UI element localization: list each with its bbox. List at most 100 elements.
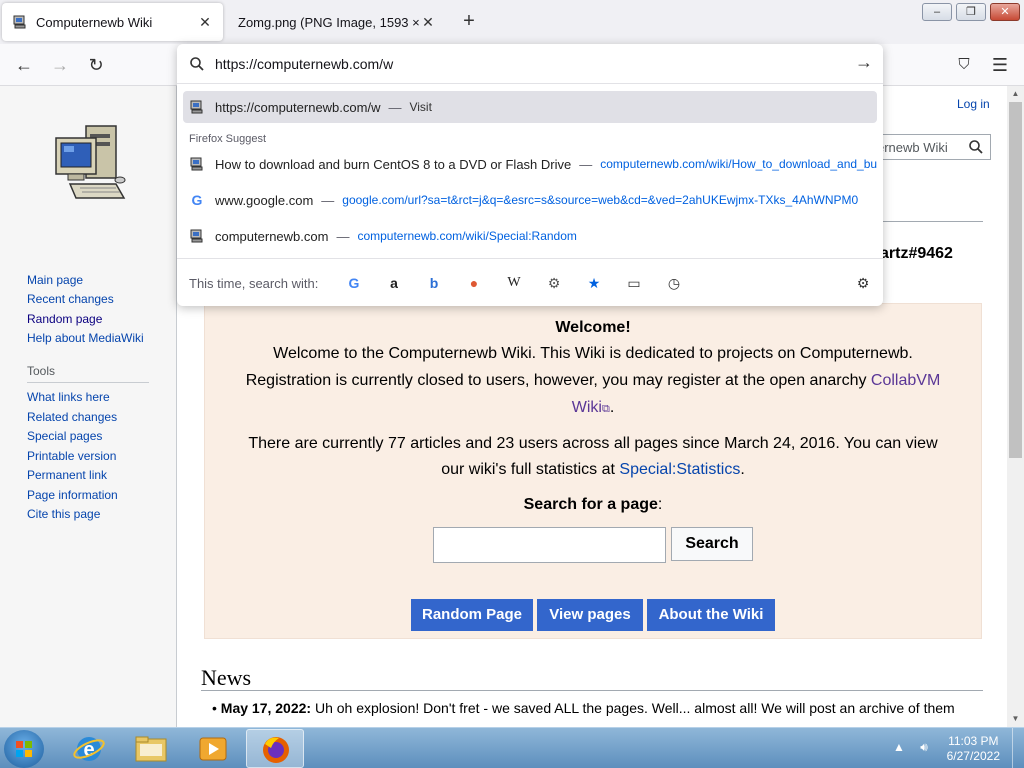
new-tab-button[interactable]: + xyxy=(458,10,480,32)
search-for-page-colon: : xyxy=(657,496,663,513)
computernewb-engine-icon[interactable]: ⚙ xyxy=(544,273,564,293)
random-page-button[interactable]: Random Page xyxy=(411,599,533,631)
welcome-line-3-end: . xyxy=(609,399,615,416)
duckduckgo-engine-icon[interactable]: ● xyxy=(464,273,484,293)
close-tab-icon[interactable]: ✕ xyxy=(420,14,436,31)
back-button[interactable]: ← xyxy=(12,53,36,77)
settings-icon[interactable]: ⚙ xyxy=(853,273,873,293)
row-separator: — xyxy=(321,192,335,208)
sidebar-item-related-changes[interactable]: Related changes xyxy=(27,410,117,424)
internet-explorer-icon[interactable]: e xyxy=(60,729,118,768)
page-search-input[interactable] xyxy=(433,527,666,563)
row-separator: — xyxy=(579,156,593,172)
visit-action-label: Visit xyxy=(409,100,432,114)
close-tab-icon[interactable]: ✕ xyxy=(197,14,213,31)
address-bar-text: https://computernewb.com/w xyxy=(215,56,394,72)
suggestion-row[interactable]: G www.google.com — google.com/url?sa=t&r… xyxy=(183,184,877,216)
suggestion-row[interactable]: How to download and burn CentOS 8 to a D… xyxy=(183,148,877,180)
close-window-button[interactable]: ✕ xyxy=(990,3,1020,21)
sidebar-item-printable-version[interactable]: Printable version xyxy=(27,449,116,463)
welcome-line-2: Registration is currently closed to user… xyxy=(205,372,981,390)
scroll-thumb[interactable] xyxy=(1009,102,1022,458)
sidebar-item-main-page[interactable]: Main page xyxy=(27,273,83,287)
welcome-line-3: Wiki⧉. xyxy=(205,399,981,417)
maximize-button[interactable]: ❐ xyxy=(956,3,986,21)
welcome-line-2-text: Registration is currently closed to user… xyxy=(245,372,871,389)
start-button[interactable] xyxy=(4,730,44,768)
show-desktop-button[interactable] xyxy=(1012,728,1024,768)
window-controls: – ❐ ✕ xyxy=(922,3,1020,21)
wiki-logo[interactable] xyxy=(50,120,130,206)
reload-button[interactable]: ↻ xyxy=(84,53,108,77)
page-scrollbar[interactable]: ▲ ▼ xyxy=(1007,86,1024,727)
pocket-icon[interactable]: ⛉ xyxy=(952,53,976,77)
forward-button[interactable]: → xyxy=(48,53,72,77)
show-hidden-icons-icon[interactable]: ▲ xyxy=(893,740,905,754)
search-icon xyxy=(189,56,205,75)
page-search-button[interactable]: Search xyxy=(671,527,753,561)
tabs-icon[interactable]: ▭ xyxy=(624,273,644,293)
tab-computernewb-wiki[interactable]: Computernewb Wiki ✕ xyxy=(2,3,223,41)
suggestion-row[interactable]: computernewb.com — computernewb.com/wiki… xyxy=(183,220,877,252)
site-favicon-icon xyxy=(189,156,205,172)
sidebar-item-random-page[interactable]: Random page xyxy=(27,312,102,326)
sidebar-item-special-pages[interactable]: Special pages xyxy=(27,429,102,443)
site-favicon-icon xyxy=(189,99,205,115)
suggestion-url: computernewb.com/wiki/How_to_download_an… xyxy=(600,157,877,171)
news-divider xyxy=(201,690,983,691)
special-statistics-link[interactable]: Special:Statistics xyxy=(619,461,740,478)
wiki-search-placeholder: ernewb Wiki xyxy=(877,140,948,155)
menu-icon[interactable]: ☰ xyxy=(988,53,1012,77)
amazon-engine-icon[interactable]: a xyxy=(384,273,404,293)
google-engine-icon[interactable]: G xyxy=(344,273,364,293)
system-tray: ▲ 🔊︎ xyxy=(893,740,928,755)
windows-taskbar: e ▲ 🔊︎ 11:03 PM 6/27/2022 xyxy=(0,727,1024,768)
taskbar-clock[interactable]: 11:03 PM 6/27/2022 xyxy=(947,734,1000,764)
address-bar[interactable]: https://computernewb.com/w → xyxy=(177,44,883,84)
about-wiki-button[interactable]: About the Wiki xyxy=(647,599,775,631)
row-separator: — xyxy=(388,99,402,115)
media-player-icon[interactable] xyxy=(184,729,242,768)
file-explorer-icon[interactable] xyxy=(122,729,180,768)
welcome-title: Welcome! xyxy=(555,319,631,336)
search-icon[interactable] xyxy=(968,139,984,158)
login-link[interactable]: Log in xyxy=(957,97,990,111)
firefox-taskbar-icon[interactable] xyxy=(246,729,304,768)
sidebar-item-what-links-here[interactable]: What links here xyxy=(27,390,110,404)
suggestion-title: How to download and burn CentOS 8 to a D… xyxy=(215,156,572,172)
sidebar-item-permanent-link[interactable]: Permanent link xyxy=(27,468,107,482)
search-with-label: This time, search with: xyxy=(189,276,319,291)
tools-divider xyxy=(27,382,149,383)
sidebar-item-recent-changes[interactable]: Recent changes xyxy=(27,292,114,306)
tools-heading: Tools xyxy=(27,364,56,378)
collabvm-link[interactable]: CollabVM xyxy=(871,372,940,389)
welcome-line-5-text: our wiki's full statistics at xyxy=(441,461,620,478)
collabvm-wiki-link-text: Wiki xyxy=(571,399,602,416)
scroll-up-arrow[interactable]: ▲ xyxy=(1007,86,1024,102)
go-arrow-icon[interactable]: → xyxy=(855,52,873,73)
bing-engine-icon[interactable]: b xyxy=(424,273,444,293)
url-visit-row[interactable]: https://computernewb.com/w — Visit xyxy=(183,91,877,123)
history-icon[interactable]: ◷ xyxy=(664,273,684,293)
welcome-box: Welcome! Welcome to the Computernewb Wik… xyxy=(204,303,982,639)
suggestion-url: computernewb.com/wiki/Special:Random xyxy=(357,229,577,243)
tab-strip: Computernewb Wiki ✕ Zomg.png (PNG Image,… xyxy=(0,0,1024,44)
tab-zomg-png[interactable]: Zomg.png (PNG Image, 1593 × 785 ✕ xyxy=(228,3,446,41)
volume-icon[interactable]: 🔊︎ xyxy=(920,740,928,754)
bookmarks-icon[interactable]: ★ xyxy=(584,273,604,293)
wiki-search-input[interactable]: ernewb Wiki xyxy=(870,134,991,160)
scroll-down-arrow[interactable]: ▼ xyxy=(1007,711,1024,727)
collabvm-wiki-link[interactable]: Wiki⧉ xyxy=(572,399,610,416)
sidebar-item-help[interactable]: Help about MediaWiki xyxy=(27,331,144,345)
computernewb-favicon xyxy=(12,14,28,30)
welcome-line-4: There are currently 77 articles and 23 u… xyxy=(248,435,938,452)
news-text: Uh oh explosion! Don't fret - we saved A… xyxy=(311,700,955,716)
minimize-button[interactable]: – xyxy=(922,3,952,21)
news-item: • May 17, 2022: Uh oh explosion! Don't f… xyxy=(212,700,955,716)
wikipedia-engine-icon[interactable]: W xyxy=(504,273,524,293)
clock-date: 6/27/2022 xyxy=(946,749,1000,763)
sidebar-item-page-information[interactable]: Page information xyxy=(27,488,118,502)
view-pages-button[interactable]: View pages xyxy=(537,599,643,631)
tab-title: Zomg.png (PNG Image, 1593 × 785 xyxy=(238,14,420,30)
sidebar-item-cite-this-page[interactable]: Cite this page xyxy=(27,507,100,521)
